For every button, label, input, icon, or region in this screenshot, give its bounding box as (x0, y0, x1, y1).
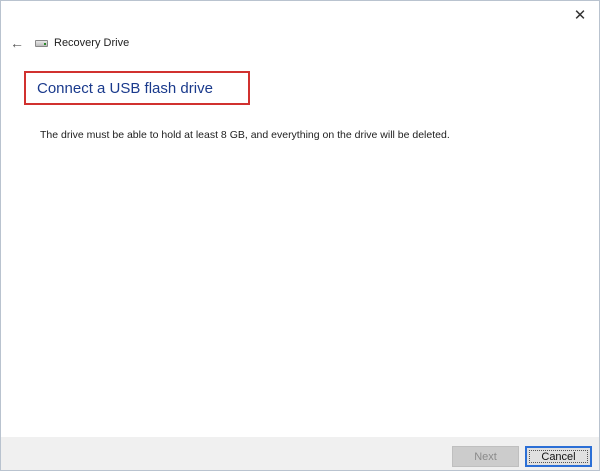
back-arrow-icon: ← (10, 35, 24, 51)
next-button[interactable]: Next (452, 446, 519, 467)
cancel-button[interactable]: Cancel (525, 446, 592, 467)
page-title: Connect a USB flash drive (37, 79, 213, 97)
title-bar: ← Recovery Drive (9, 33, 129, 53)
close-icon: ✕ (573, 7, 587, 24)
close-button[interactable]: ✕ (569, 5, 591, 25)
heading-highlight: Connect a USB flash drive (24, 71, 250, 105)
description-text: The drive must be able to hold at least … (40, 129, 450, 141)
window-title: Recovery Drive (54, 37, 130, 49)
back-button[interactable]: ← (9, 35, 25, 51)
footer-bar: Next Cancel (1, 437, 599, 470)
drive-icon (35, 39, 48, 47)
